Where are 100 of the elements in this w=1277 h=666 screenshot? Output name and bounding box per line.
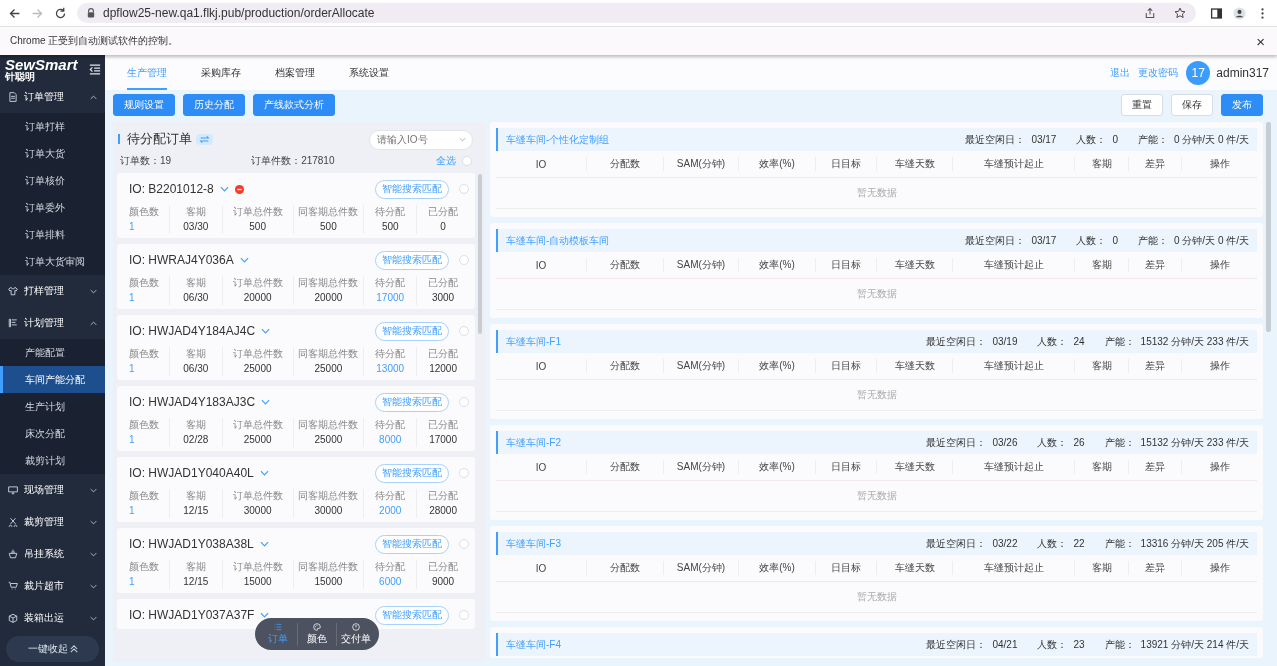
stat-value: 3000 (431, 292, 455, 303)
sidebar-icon[interactable] (1210, 6, 1223, 20)
info-label: 最近空闲日： (926, 435, 987, 450)
scrollbar-thumb[interactable] (1266, 122, 1271, 332)
empty-message: 暂无数据 (856, 287, 897, 301)
menu-group[interactable]: 裁片超市 (0, 570, 105, 602)
menu-group[interactable]: 现场管理 (0, 474, 105, 506)
chevron-down-icon[interactable] (219, 186, 229, 192)
stat-label: 已分配 (428, 347, 459, 361)
chevron-down-icon[interactable] (259, 470, 269, 476)
menu-item[interactable]: 订单排料 (0, 221, 105, 248)
menu-group[interactable]: 打样管理 (0, 275, 105, 307)
info-value: 04/21 (992, 639, 1018, 650)
nav-tab[interactable]: 采购库存 (201, 55, 241, 90)
io-number: IO: HWJAD4Y184AJ4C (129, 324, 256, 338)
io-search-field[interactable]: 请输入IO号 (369, 129, 473, 150)
chevron-down-icon[interactable] (239, 257, 249, 263)
workshop-title: 车缝车间-F1 (506, 334, 561, 349)
chevron-down-icon[interactable] (261, 399, 271, 405)
menu-item[interactable]: 订单核价 (0, 167, 105, 194)
menu-group[interactable]: 裁剪管理 (0, 506, 105, 538)
order-radio[interactable] (459, 397, 469, 407)
collapse-all-button[interactable]: 一键收起 (6, 636, 99, 662)
order-radio[interactable] (459, 255, 469, 265)
menu-item[interactable]: 产能配置 (0, 339, 105, 366)
stat-label: 已分配 (428, 205, 459, 219)
menu-item[interactable]: 订单委外 (0, 194, 105, 221)
stat-value: 6000 (379, 576, 402, 587)
order-radio[interactable] (459, 539, 469, 549)
workshop-title: 车缝车间-F3 (506, 536, 561, 551)
toolbar-button[interactable]: 保存 (1171, 94, 1213, 116)
menu-item[interactable]: 床次分配 (0, 420, 105, 447)
column-header: 车缝预计起止 (952, 359, 1074, 373)
chevron-down-icon[interactable] (261, 328, 271, 334)
stat-value: 30000 (314, 505, 343, 516)
star-icon[interactable] (1174, 7, 1186, 19)
order-radio[interactable] (459, 610, 469, 620)
stat-label: 颜色数 (129, 560, 159, 574)
column-header: 车缝天数 (876, 460, 952, 474)
column-header: 效率(%) (738, 460, 815, 474)
order-radio[interactable] (459, 184, 469, 194)
cart-icon (8, 581, 18, 591)
column-header: 客期 (1074, 258, 1128, 272)
stat-label: 客期 (185, 489, 206, 503)
column-header: SAM(分钟) (663, 359, 738, 373)
stat-label: 颜色数 (129, 205, 159, 219)
menu-item[interactable]: 车间产能分配 (0, 366, 105, 393)
nav-tab[interactable]: 系统设置 (349, 55, 389, 90)
stat-value: 06/30 (183, 292, 209, 303)
view-tab[interactable]: 交付单 (336, 622, 375, 646)
info-value: 23 (1073, 639, 1085, 650)
chevron-down-icon[interactable] (259, 541, 269, 547)
nav-tab[interactable]: 档案管理 (275, 55, 315, 90)
menu-group[interactable]: 装箱出运 (0, 602, 105, 634)
column-header: 客期 (1074, 157, 1128, 171)
info-label: 产能： (1104, 637, 1135, 652)
reload-icon[interactable] (54, 6, 67, 20)
menu-fold-icon[interactable] (89, 63, 101, 75)
address-bar[interactable]: dpflow25-new.qa1.flkj.pub/production/orderAllocate (77, 3, 1196, 23)
forward-icon[interactable] (31, 6, 44, 20)
info-value: 0 (1112, 134, 1118, 145)
stat-value: 1 (129, 221, 135, 232)
palette-icon (313, 622, 321, 631)
order-radio[interactable] (459, 326, 469, 336)
select-all-radio[interactable] (462, 156, 472, 166)
info-label: 产能： (1104, 536, 1135, 551)
chevron-down-icon[interactable] (260, 612, 270, 618)
list-icon (8, 318, 18, 328)
stat-value: 0 (440, 221, 446, 232)
share-icon[interactable] (1144, 7, 1156, 19)
view-tab[interactable]: 颜色 (297, 622, 336, 646)
column-header: 车缝预计起止 (952, 258, 1074, 272)
workshop-title: 车缝车间-F2 (506, 435, 561, 450)
chevron-down-icon (90, 615, 97, 621)
chevron-down-icon[interactable] (459, 137, 466, 142)
menu-item[interactable]: 订单大货 (0, 140, 105, 167)
column-header: 分配数 (586, 258, 663, 272)
menu-item[interactable]: 订单打样 (0, 113, 105, 140)
menu-item[interactable]: 订单大货审阅 (0, 248, 105, 275)
profile-icon[interactable] (1233, 6, 1246, 20)
scrollbar-thumb[interactable] (478, 174, 482, 334)
menu-item[interactable]: 裁剪计划 (0, 447, 105, 474)
info-label: 产能： (1138, 132, 1168, 147)
column-header: 车缝天数 (876, 157, 952, 171)
stat-value: 8000 (379, 434, 402, 445)
menu-group[interactable]: 计划管理 (0, 307, 105, 339)
info-value: 0 (1112, 235, 1118, 246)
stat-value: 2000 (379, 505, 402, 516)
stat-value: 06/30 (183, 363, 209, 374)
user-name: admin317 (1216, 65, 1269, 80)
order-radio[interactable] (459, 468, 469, 478)
stat-label: 待分配 (375, 560, 406, 574)
column-header: IO (534, 461, 548, 473)
close-button[interactable]: × (1254, 33, 1267, 49)
menu-group[interactable]: 吊挂系统 (0, 538, 105, 570)
back-icon[interactable] (8, 6, 21, 20)
toolbar-button[interactable]: 重置 (1121, 94, 1163, 116)
swap-icon[interactable] (196, 133, 213, 145)
menu-item[interactable]: 生产计划 (0, 393, 105, 420)
menu-group[interactable]: 订单管理 (0, 81, 105, 113)
